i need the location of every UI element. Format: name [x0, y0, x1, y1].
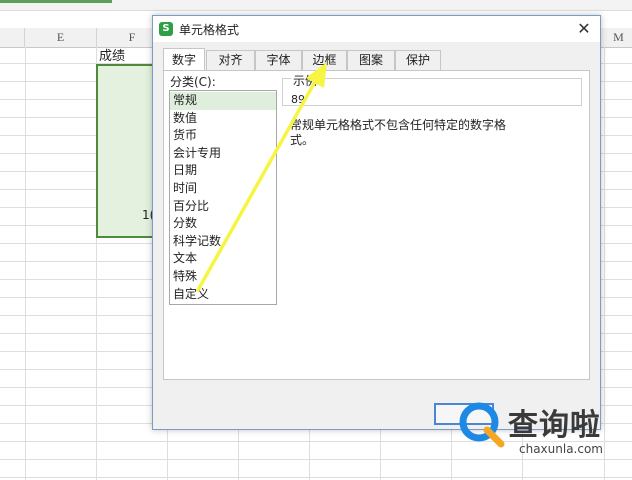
category-item-number[interactable]: 数值: [170, 110, 276, 128]
grid-line: [604, 47, 605, 480]
format-cells-dialog: S 单元格格式 ✕ 数字 对齐 字体 边框 图案 保护 分类(C): 常规 数值…: [152, 15, 601, 430]
tab-pattern[interactable]: 图案: [347, 50, 395, 70]
watermark-text: 查询啦: [508, 408, 601, 443]
column-header-blank[interactable]: [0, 28, 25, 48]
category-item-text[interactable]: 文本: [170, 250, 276, 268]
sample-value: 89: [291, 93, 305, 106]
ribbon-strip: [0, 0, 632, 11]
column-header-m[interactable]: M: [605, 28, 632, 48]
category-item-special[interactable]: 特殊: [170, 268, 276, 286]
category-item-custom[interactable]: 自定义: [170, 286, 276, 304]
grid-line: [0, 459, 632, 460]
grid-line: [25, 47, 26, 480]
dialog-title: 单元格格式: [179, 23, 240, 37]
category-item-accounting[interactable]: 会计专用: [170, 145, 276, 163]
category-item-date[interactable]: 日期: [170, 162, 276, 180]
tab-border[interactable]: 边框: [302, 50, 347, 70]
tab-number[interactable]: 数字: [163, 48, 205, 70]
header-cell-score[interactable]: 成绩: [99, 45, 125, 64]
category-item-time[interactable]: 时间: [170, 180, 276, 198]
active-tab-indicator: [0, 0, 112, 3]
category-item-fraction[interactable]: 分数: [170, 215, 276, 233]
format-description: 常规单元格格式不包含任何特定的数字格式。: [290, 118, 507, 147]
category-list[interactable]: 常规 数值 货币 会计专用 日期 时间 百分比 分数 科学记数 文本 特殊 自定…: [169, 90, 277, 305]
wps-app-icon: S: [159, 22, 173, 36]
column-header-e[interactable]: E: [25, 28, 97, 48]
watermark-logo-icon: [459, 402, 505, 448]
sample-group: [282, 78, 582, 106]
dialog-body: 数字 对齐 字体 边框 图案 保护 分类(C): 常规 数值 货币 会计专用 日…: [153, 42, 600, 429]
tab-protection[interactable]: 保护: [395, 50, 441, 70]
grid-line: [0, 477, 632, 478]
category-item-percentage[interactable]: 百分比: [170, 198, 276, 216]
tab-alignment[interactable]: 对齐: [206, 50, 255, 70]
category-item-currency[interactable]: 货币: [170, 127, 276, 145]
category-item-general[interactable]: 常规: [170, 92, 276, 110]
category-label: 分类(C):: [170, 75, 216, 89]
category-item-scientific[interactable]: 科学记数: [170, 233, 276, 251]
dialog-titlebar[interactable]: S 单元格格式 ✕: [153, 16, 600, 42]
tab-font[interactable]: 字体: [255, 50, 302, 70]
number-tab-panel: 分类(C): 常规 数值 货币 会计专用 日期 时间 百分比 分数 科学记数 文…: [163, 70, 590, 380]
watermark-url: chaxunla.com: [519, 442, 603, 456]
close-button[interactable]: ✕: [574, 19, 594, 39]
sample-label: 示例: [291, 72, 320, 89]
